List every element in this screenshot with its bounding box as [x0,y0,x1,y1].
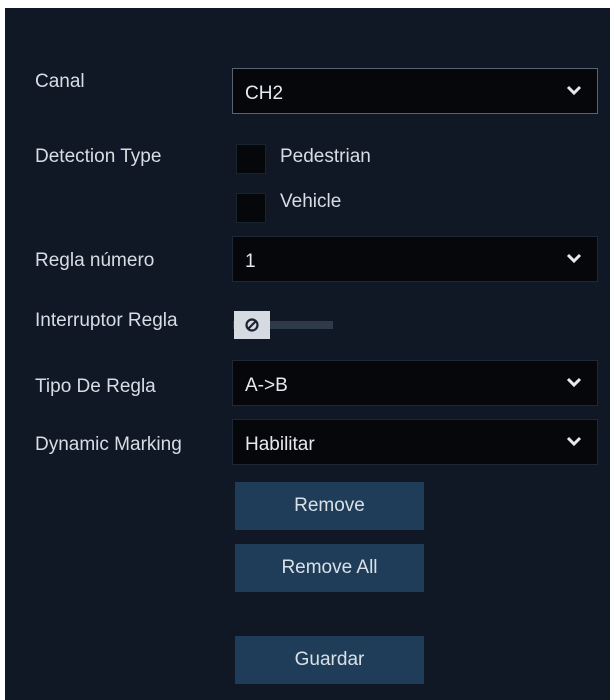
chevron-down-icon [566,85,582,96]
save-button[interactable]: Guardar [235,636,424,684]
regla-numero-value: 1 [245,251,256,272]
pedestrian-label: Pedestrian [280,146,371,167]
canal-value: CH2 [245,83,284,104]
detection-type-label: Detection Type [35,146,162,167]
chevron-down-icon [566,253,582,264]
canal-select[interactable]: CH2 [232,68,598,114]
settings-panel: Canal CH2 Detection Type Pedestrian Vehi… [5,8,610,700]
chevron-down-icon [566,377,582,388]
remove-button[interactable]: Remove [235,482,424,530]
dynamic-marking-value: Habilitar [245,434,315,455]
vehicle-label: Vehicle [280,191,342,212]
tipo-de-regla-label: Tipo De Regla [35,376,156,397]
vehicle-checkbox[interactable] [236,193,266,223]
disabled-icon [245,318,259,332]
interruptor-regla-label: Interruptor Regla [35,310,178,331]
dynamic-marking-select[interactable]: Habilitar [232,419,598,465]
rule-switch-toggle[interactable] [234,311,270,339]
regla-numero-select[interactable]: 1 [232,236,598,282]
tipo-de-regla-value: A->B [245,375,288,396]
remove-all-button[interactable]: Remove All [235,544,424,592]
regla-numero-label: Regla número [35,250,155,271]
canal-label: Canal [35,71,85,92]
dynamic-marking-label: Dynamic Marking [35,434,182,455]
tipo-de-regla-select[interactable]: A->B [232,360,598,406]
pedestrian-checkbox[interactable] [236,144,266,174]
chevron-down-icon [566,436,582,447]
